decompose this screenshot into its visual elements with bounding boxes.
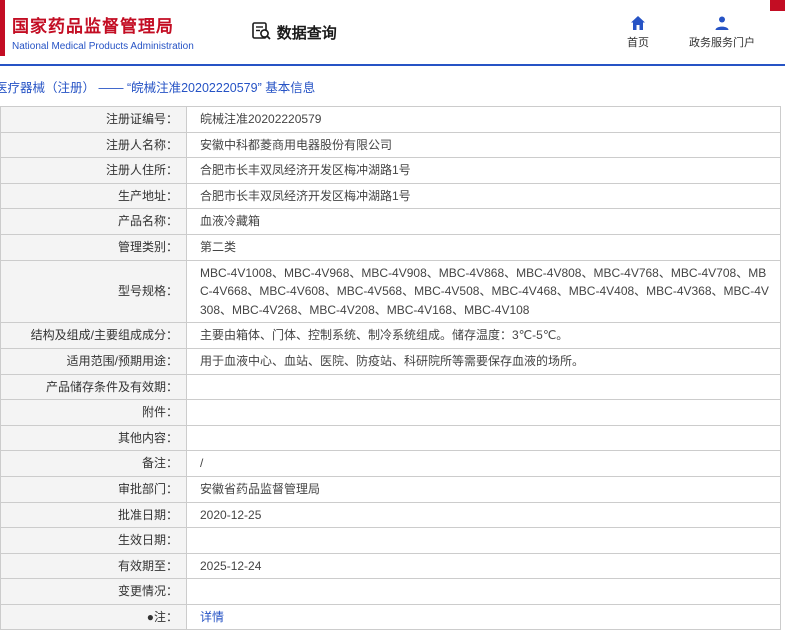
table-row: 生产地址： 合肥市长丰双凤经济开发区梅冲湖路1号 <box>0 182 781 210</box>
agency-title-cn: 国家药品监督管理局 <box>12 17 174 36</box>
row-value: 主要由箱体、门体、控制系统、制冷系统组成。储存温度：3℃-5℃。 <box>186 322 781 349</box>
table-row: 审批部门： 安徽省药品监督管理局 <box>0 475 781 503</box>
table-row: 备注： / <box>0 450 781 477</box>
row-label: 批准日期： <box>0 501 187 529</box>
agency-title-en: National Medical Products Administration <box>12 41 194 52</box>
header-nav: 首页 政务服务门户 <box>627 15 755 50</box>
nav-portal-label: 政务服务门户 <box>689 36 755 49</box>
table-row: 注册人住所： 合肥市长丰双凤经济开发区梅冲湖路1号 <box>0 157 781 184</box>
row-value: 第二类 <box>186 233 781 261</box>
row-label: 注册证编号： <box>0 106 187 133</box>
corner-red-accent <box>770 0 785 11</box>
nav-home[interactable]: 首页 <box>627 15 649 50</box>
table-row: 变更情况： <box>0 578 781 605</box>
row-value: 安徽中科都菱商用电器股份有限公司 <box>186 131 781 159</box>
left-red-accent-bar <box>0 0 5 56</box>
row-value: / <box>186 450 781 477</box>
table-row: 注册人名称： 安徽中科都菱商用电器股份有限公司 <box>0 131 781 159</box>
table-row: 管理类别： 第二类 <box>0 233 781 261</box>
home-icon <box>630 15 646 31</box>
row-value: 2020-12-25 <box>186 501 781 529</box>
row-value: 用于血液中心、血站、医院、防疫站、科研院所等需要保存血液的场所。 <box>186 347 781 375</box>
user-icon <box>714 15 730 31</box>
row-value: MBC-4V1008、MBC-4V968、MBC-4V908、MBC-4V868… <box>186 259 781 324</box>
row-label: 附件： <box>0 399 187 426</box>
row-label: 备注： <box>0 450 187 477</box>
row-value <box>186 424 781 452</box>
row-label: 其他内容： <box>0 424 187 452</box>
table-row: 批准日期： 2020-12-25 <box>0 501 781 529</box>
row-label: 产品名称： <box>0 208 187 235</box>
row-value: 血液冷藏箱 <box>186 208 781 235</box>
magnifier-list-icon <box>251 21 271 44</box>
table-row: 注册证编号： 皖械注准20202220579 <box>0 106 781 133</box>
row-value: 2025-12-24 <box>186 552 781 580</box>
row-label: 生效日期： <box>0 527 187 554</box>
row-value: 合肥市长丰双凤经济开发区梅冲湖路1号 <box>186 182 781 210</box>
table-row: 产品储存条件及有效期： <box>0 373 781 401</box>
data-query-label: 数据查询 <box>276 24 337 42</box>
registration-info-table: 注册证编号： 皖械注准20202220579 注册人名称： 安徽中科都菱商用电器股份有… <box>0 106 781 630</box>
row-label: 注册人住所： <box>0 157 187 184</box>
page-header: 国家药品监督管理局 National Medical Products Admi… <box>0 0 785 64</box>
table-row: 有效期至： 2025-12-24 <box>0 552 781 580</box>
row-label: 型号规格： <box>0 259 187 324</box>
data-query-tab[interactable]: 数据查询 <box>251 21 337 44</box>
table-row: 型号规格： MBC-4V1008、MBC-4V968、MBC-4V908、MBC-… <box>0 259 781 324</box>
table-row: 附件： <box>0 399 781 426</box>
detail-link[interactable]: 详情 <box>200 610 224 624</box>
nav-portal[interactable]: 政务服务门户 <box>689 15 755 50</box>
row-label: 生产地址： <box>0 182 187 210</box>
row-value <box>186 578 781 605</box>
row-value: 安徽省药品监督管理局 <box>186 475 781 503</box>
row-label: 管理类别： <box>0 233 187 261</box>
row-value: 详情 <box>186 603 781 630</box>
row-value <box>186 373 781 401</box>
row-label: 变更情况： <box>0 578 187 605</box>
table-row: 产品名称： 血液冷藏箱 <box>0 208 781 235</box>
nav-home-label: 首页 <box>627 36 649 49</box>
row-label: 审批部门： <box>0 475 187 503</box>
row-label: 产品储存条件及有效期： <box>0 373 187 401</box>
agency-logo: 国家药品监督管理局 National Medical Products Admi… <box>12 12 194 52</box>
table-row: 其他内容： <box>0 424 781 452</box>
info-table-body: 注册证编号： 皖械注准20202220579 注册人名称： 安徽中科都菱商用电器股份有… <box>0 106 781 630</box>
row-label: 有效期至： <box>0 552 187 580</box>
table-row: 适用范围/预期用途： 用于血液中心、血站、医院、防疫站、科研院所等需要保存血液的场… <box>0 347 781 375</box>
table-row: 生效日期： <box>0 527 781 554</box>
row-value <box>186 399 781 426</box>
row-label: 注册人名称： <box>0 131 187 159</box>
row-value <box>186 527 781 554</box>
table-row: 结构及组成/主要组成成分： 主要由箱体、门体、控制系统、制冷系统组成。储存温度：3… <box>0 322 781 349</box>
row-value: 皖械注准20202220579 <box>186 106 781 133</box>
row-label: 适用范围/预期用途： <box>0 347 187 375</box>
row-value: 合肥市长丰双凤经济开发区梅冲湖路1号 <box>186 157 781 184</box>
table-row: ●注： 详情 <box>0 603 781 630</box>
row-label: ●注： <box>0 603 187 630</box>
breadcrumb: 医疗器械（注册） —— “皖械注准20202220579” 基本信息 <box>0 81 316 95</box>
row-label: 结构及组成/主要组成成分： <box>0 322 187 349</box>
